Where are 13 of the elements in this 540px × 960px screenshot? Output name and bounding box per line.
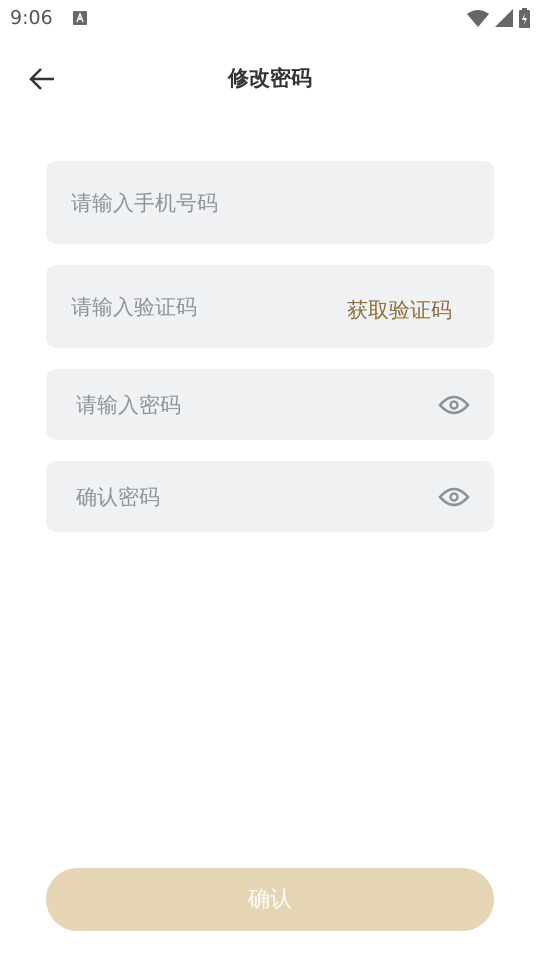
eye-icon[interactable] (438, 395, 470, 415)
battery-icon (519, 8, 530, 28)
page-title: 修改密码 (228, 65, 312, 92)
get-code-link[interactable]: 获取验证码 (347, 295, 452, 326)
status-time: 9:06 (10, 6, 53, 31)
input-field[interactable]: 请输入手机号码 (46, 161, 494, 244)
signal-icon (495, 9, 513, 27)
input-field[interactable]: 请输入密码 (46, 369, 494, 440)
eye-icon[interactable] (438, 487, 470, 507)
input-field[interactable]: 确认密码 (46, 461, 494, 532)
back-arrow-icon[interactable] (29, 67, 55, 91)
wifi-icon (467, 9, 489, 27)
keyboard-icon (72, 11, 87, 25)
